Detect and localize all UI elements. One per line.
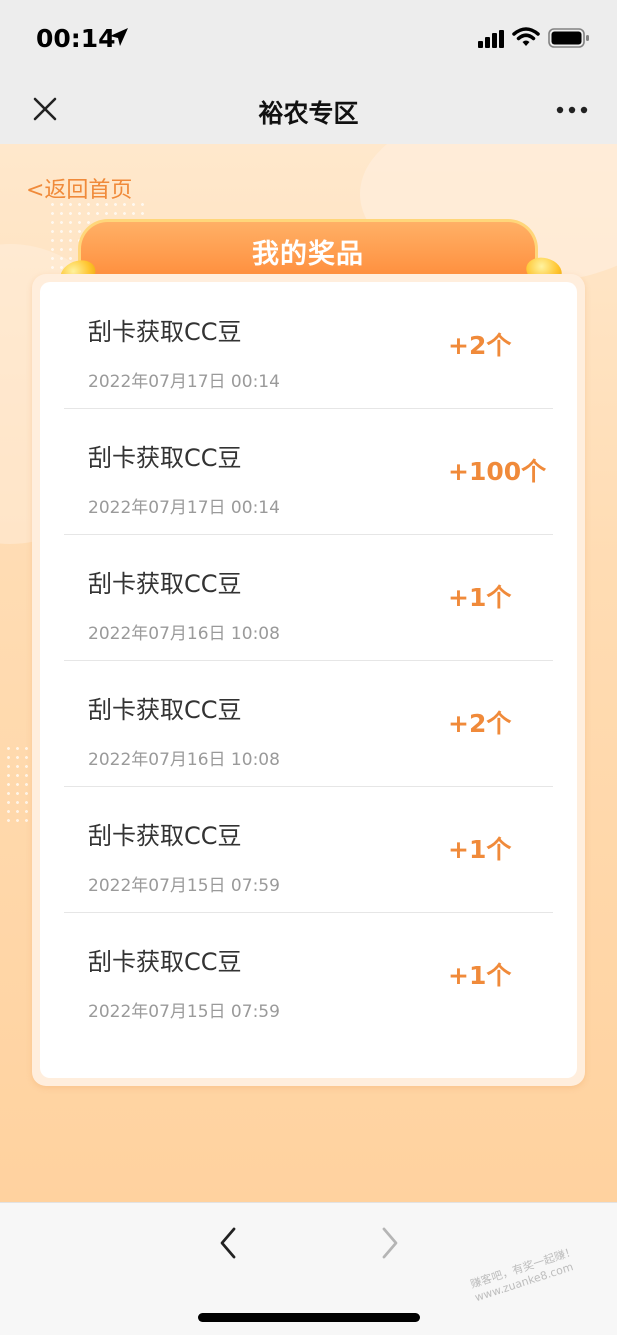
signal-icon <box>478 30 504 48</box>
prize-title: 刮卡获取CC豆 <box>88 318 242 346</box>
prize-title: 刮卡获取CC豆 <box>88 570 242 598</box>
prize-amount: +1个 <box>448 583 512 612</box>
status-time: 00:14 <box>36 24 116 53</box>
page-title: 裕农专区 <box>258 99 359 128</box>
nav-bar: 裕农专区 <box>0 78 617 144</box>
prize-date: 2022年07月16日 10:08 <box>88 624 280 644</box>
prize-title: 刮卡获取CC豆 <box>88 948 242 976</box>
location-arrow-icon <box>110 28 128 46</box>
prize-amount: +100个 <box>448 457 547 486</box>
prize-row: 刮卡获取CC豆 2022年07月16日 10:08 +2个 <box>64 660 553 787</box>
back-home-link[interactable]: <返回首页 <box>26 172 132 204</box>
prize-row: 刮卡获取CC豆 2022年07月17日 00:14 +100个 <box>64 408 553 535</box>
prize-row: 刮卡获取CC豆 2022年07月17日 00:14 +2个 <box>64 282 553 409</box>
more-icon[interactable] <box>556 106 588 114</box>
content-area: <返回首页 我的奖品 刮卡获取CC豆 2022年07月17日 00:14 +2个… <box>0 144 617 1202</box>
prize-row: 刮卡获取CC豆 2022年07月16日 10:08 +1个 <box>64 534 553 661</box>
prize-row: 刮卡获取CC豆 2022年07月15日 07:59 +1个 <box>64 786 553 913</box>
prize-amount: +2个 <box>448 331 512 360</box>
prize-title: 刮卡获取CC豆 <box>88 444 242 472</box>
prize-date: 2022年07月17日 00:14 <box>88 372 280 392</box>
back-arrow-icon[interactable] <box>214 1225 244 1261</box>
prize-date: 2022年07月15日 07:59 <box>88 1002 280 1022</box>
home-indicator[interactable] <box>198 1313 420 1322</box>
prize-date: 2022年07月17日 00:14 <box>88 498 280 518</box>
status-bar: 00:14 <box>0 0 617 78</box>
watermark: 赚客吧，有奖一起赚！ www.zuanke8.com <box>468 1244 578 1305</box>
prize-date: 2022年07月15日 07:59 <box>88 876 280 896</box>
prize-amount: +1个 <box>448 835 512 864</box>
banner-title: 我的奖品 <box>252 239 364 270</box>
prize-banner: 我的奖品 <box>78 219 538 282</box>
prize-title: 刮卡获取CC豆 <box>88 822 242 850</box>
prize-row: 刮卡获取CC豆 2022年07月15日 07:59 +1个 <box>64 912 553 1038</box>
prize-amount: +1个 <box>448 961 512 990</box>
prize-amount: +2个 <box>448 709 512 738</box>
prize-list: 刮卡获取CC豆 2022年07月17日 00:14 +2个 刮卡获取CC豆 20… <box>40 282 577 1078</box>
prize-date: 2022年07月16日 10:08 <box>88 750 280 770</box>
browser-toolbar: 赚客吧，有奖一起赚！ www.zuanke8.com <box>0 1202 617 1335</box>
prize-title: 刮卡获取CC豆 <box>88 696 242 724</box>
forward-arrow-icon[interactable] <box>374 1225 404 1261</box>
battery-icon <box>548 28 589 48</box>
wifi-icon <box>512 27 540 46</box>
prize-card: 刮卡获取CC豆 2022年07月17日 00:14 +2个 刮卡获取CC豆 20… <box>32 274 585 1086</box>
